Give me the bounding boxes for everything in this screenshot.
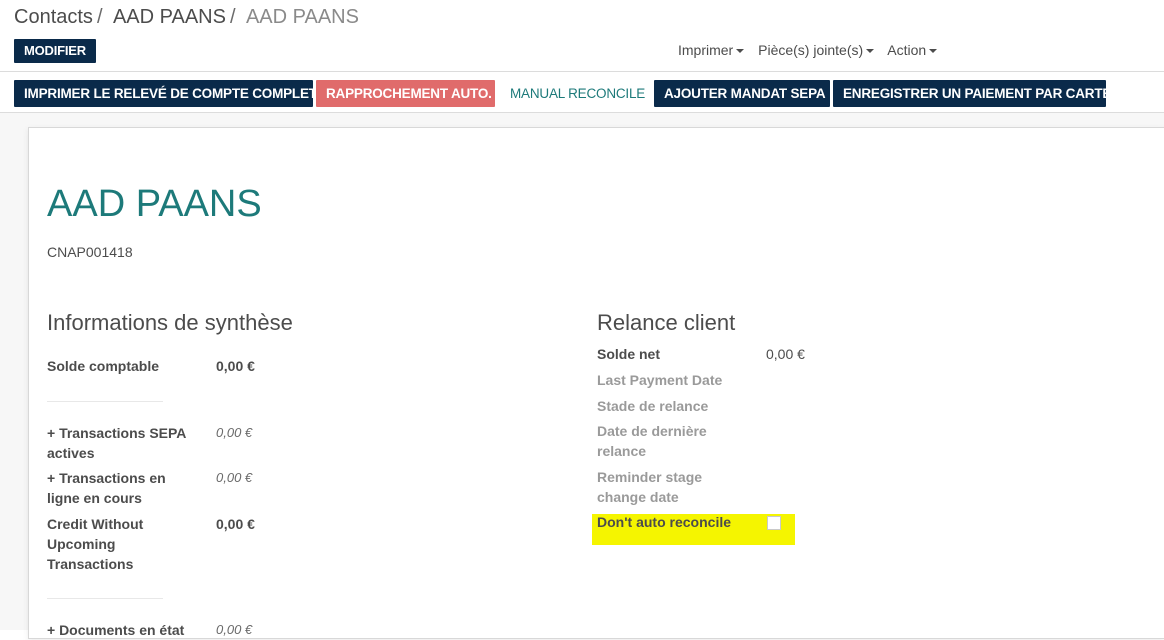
chevron-down-icon: [929, 49, 938, 54]
field-label-last-dunning-date: Date de dernière relance: [597, 423, 707, 459]
print-dropdown-label: Imprimer: [678, 42, 734, 58]
breadcrumb-separator: /: [96, 6, 103, 28]
breadcrumb: Contacts / AAD PAANS / AAD PAANS: [14, 6, 359, 29]
field-label-credit-without-upcoming: Credit Without Upcoming Transactions: [47, 516, 144, 572]
field-label-last-payment-date: Last Payment Date: [597, 372, 723, 388]
register-card-payment-button[interactable]: ENREGISTRER UN PAIEMENT PAR CARTE: [833, 80, 1111, 107]
record-title: AAD PAANS: [47, 183, 262, 225]
field-label-documents: + Documents en état: [47, 622, 185, 638]
field-label-sepa-transactions: + Transactions SEPA actives: [47, 425, 186, 461]
toolbar-dropdowns: Imprimer Pièce(s) jointe(s) Action: [678, 42, 947, 58]
chevron-down-icon: [736, 49, 745, 54]
header-divider: [0, 71, 1164, 72]
summary-divider: [47, 401, 163, 402]
field-value-credit-without-upcoming: 0,00 €: [216, 516, 255, 532]
breadcrumb-contacts[interactable]: Contacts: [14, 6, 93, 28]
field-label-online-transactions: + Transactions en ligne en cours: [47, 470, 166, 506]
field-label-dont-auto-reconcile: Don't auto reconcile: [597, 514, 732, 530]
chevron-down-icon: [866, 49, 875, 54]
field-value-accounting-balance: 0,00 €: [216, 358, 255, 374]
print-dropdown[interactable]: Imprimer: [678, 42, 745, 58]
field-label-accounting-balance: Solde comptable: [47, 358, 160, 374]
breadcrumb-separator: /: [229, 6, 236, 28]
action-dropdown-label: Action: [887, 42, 927, 58]
field-value-documents: 0,00 €: [216, 622, 253, 637]
action-dropdown[interactable]: Action: [887, 42, 938, 58]
print-full-statement-button[interactable]: IMPRIMER LE RELEVÉ DE COMPTE COMPLET: [14, 80, 317, 107]
edit-button[interactable]: MODIFIER: [14, 39, 96, 63]
field-label-reminder-stage-change-date: Reminder stage change date: [597, 469, 703, 505]
attachments-dropdown[interactable]: Pièce(s) jointe(s): [758, 42, 875, 58]
field-label-dunning-stage: Stade de relance: [597, 398, 709, 414]
field-label-net-balance: Solde net: [597, 346, 661, 362]
summary-divider: [47, 598, 163, 599]
record-reference: CNAP001418: [47, 244, 133, 260]
dunning-section-title: Relance client: [597, 310, 736, 335]
auto-reconcile-button[interactable]: RAPPROCHEMENT AUTO.: [316, 80, 495, 107]
dont-auto-reconcile-checkbox[interactable]: [767, 516, 781, 530]
breadcrumb-current: AAD PAANS: [245, 6, 359, 28]
summary-section-title: Informations de synthèse: [47, 310, 293, 335]
field-value-online-transactions: 0,00 €: [216, 470, 253, 485]
breadcrumb-parent[interactable]: AAD PAANS: [113, 6, 226, 28]
field-value-sepa-transactions: 0,00 €: [216, 425, 253, 440]
manual-reconcile-button[interactable]: MANUAL RECONCILE: [500, 80, 650, 107]
attachments-dropdown-label: Pièce(s) jointe(s): [758, 42, 864, 58]
add-sepa-mandate-button[interactable]: AJOUTER MANDAT SEPA: [654, 80, 830, 107]
field-value-net-balance: 0,00 €: [766, 346, 805, 362]
